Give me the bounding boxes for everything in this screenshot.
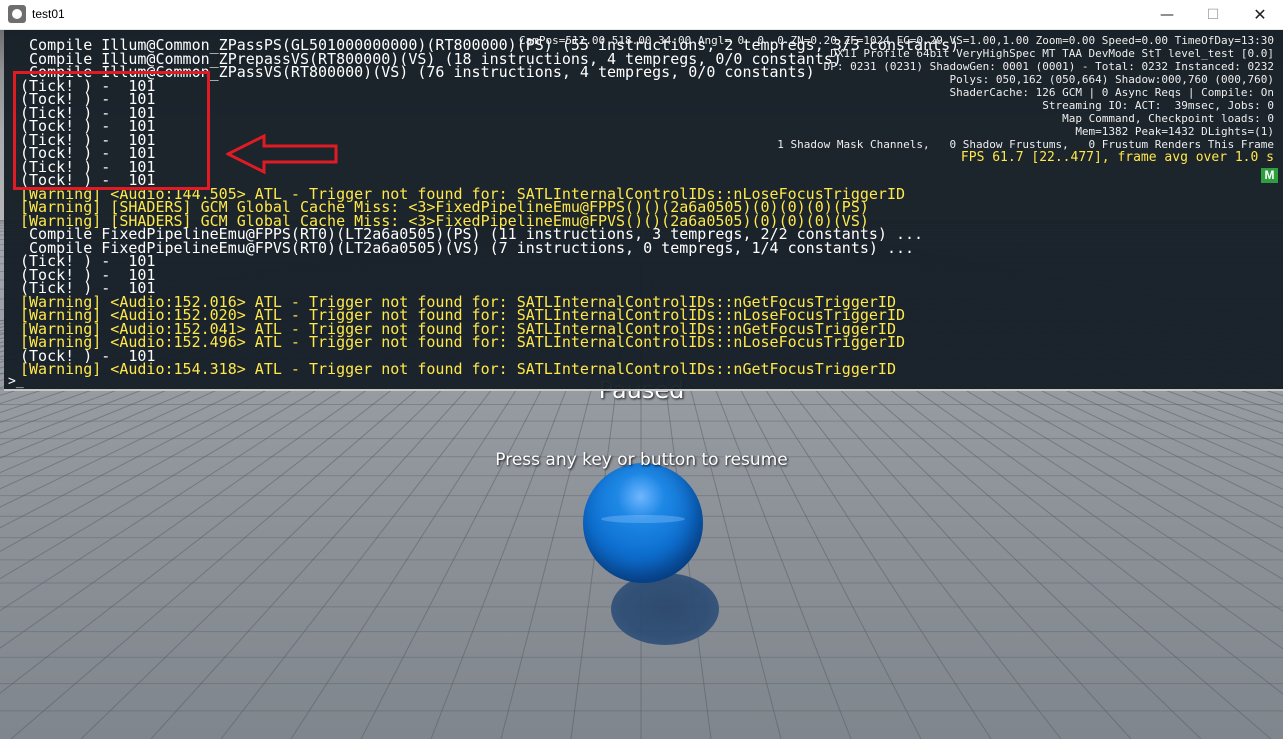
close-button[interactable]: ✕ — [1237, 0, 1283, 29]
blue-sphere — [583, 463, 703, 583]
resume-hint: Press any key or button to resume — [495, 450, 788, 470]
stats-line: CamPos=512.00 518.00 34.00 Angl= 0 0 0 Z… — [519, 34, 1274, 47]
app-logo-icon — [8, 5, 26, 23]
console-input-prompt[interactable]: >_ — [8, 375, 24, 388]
console-line: Compile FixedPipelineEmu@FPVS(RT0)(LT2a6… — [20, 238, 915, 257]
maximize-button[interactable]: ☐ — [1190, 0, 1236, 29]
window-titlebar[interactable]: test01 — ☐ ✕ — [0, 0, 1283, 30]
console-line: (Tock! ) - 101 — [20, 265, 156, 284]
console-line: (Tick! ) - 101 — [20, 252, 156, 270]
annotation-highlight-box — [13, 71, 210, 190]
sphere-shadow — [611, 573, 719, 645]
mode-badge: M — [1261, 168, 1278, 183]
minimize-button[interactable]: — — [1144, 0, 1190, 29]
window-title: test01 — [32, 7, 65, 21]
console-warning-line: [Warning] <Audio:152.496> ATL - Trigger … — [20, 333, 906, 351]
console-warning-line: [Warning] <Audio:154.318> ATL - Trigger … — [20, 360, 896, 378]
annotation-arrow-left-icon — [226, 133, 338, 175]
stats-line: DX11 Profile 64bit VeryHighSpec MT TAA D… — [830, 47, 1274, 60]
